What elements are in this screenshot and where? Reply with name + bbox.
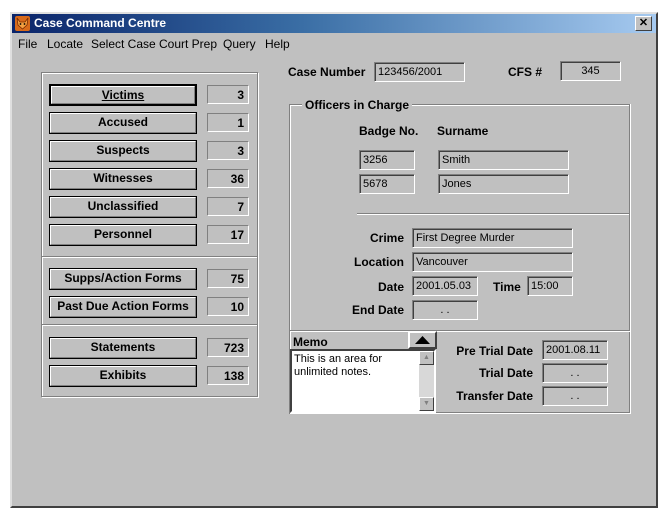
past-due-action-forms-button[interactable]: Past Due Action Forms [49,296,197,318]
menu-court-prep[interactable]: Court Prep [159,37,217,51]
memo-text: This is an area for unlimited notes. [294,353,383,378]
statements-count: 723 [207,338,249,357]
date-label: Date [377,280,404,294]
title-bar[interactable]: Case Command Centre ✕ [12,14,656,33]
window-title: Case Command Centre [34,16,167,30]
counts-divider-1 [42,256,257,258]
case-number-field[interactable]: 123456/2001 [374,62,465,82]
suspects-button[interactable]: Suspects [49,140,197,162]
crime-label: Crime [369,231,404,245]
counts-divider-2 [42,324,257,326]
close-button[interactable]: ✕ [635,16,652,31]
supps-action-forms-count: 75 [207,269,249,288]
transfer-field[interactable]: . . [542,386,608,406]
case-number-label: Case Number [288,65,366,79]
crime-field[interactable]: First Degree Murder [412,228,573,248]
case-command-window: Case Command Centre ✕ File Locate Select… [10,12,658,508]
badge-field-2[interactable]: 5678 [359,174,415,194]
details-top-divider [357,213,631,215]
supps-action-forms-button[interactable]: Supps/Action Forms [49,268,197,290]
time-label: Time [493,280,521,294]
unclassified-count: 7 [207,197,249,216]
witnesses-button[interactable]: Witnesses [49,168,197,190]
menu-file[interactable]: File [18,37,37,51]
accused-count: 1 [207,113,249,132]
pre-trial-field[interactable]: 2001.08.11 [542,340,608,360]
memo-area[interactable]: This is an area for unlimited notes. ▲ ▼ [290,349,436,413]
fox-app-icon [15,16,30,31]
statements-button[interactable]: Statements [49,337,197,359]
victims-button[interactable]: Victims [49,84,197,106]
officers-group-label: Officers in Charge [302,98,413,112]
exhibits-count: 138 [207,366,249,385]
trial-field[interactable]: . . [542,363,608,383]
surname-field-2[interactable]: Jones [438,174,569,194]
memo-top-divider [290,330,630,332]
personnel-button[interactable]: Personnel [49,224,197,246]
menu-locate[interactable]: Locate [47,37,83,51]
surname-header: Surname [437,124,489,138]
scroll-up-icon[interactable]: ▲ [419,351,434,365]
menu-query[interactable]: Query [223,37,256,51]
close-icon: ✕ [638,17,649,29]
victims-count: 3 [207,85,249,104]
scroll-down-icon[interactable]: ▼ [419,397,434,411]
triangle-up-icon [415,336,430,344]
location-field[interactable]: Vancouver [412,252,573,272]
cfs-label: CFS # [508,65,543,79]
badge-header: Badge No. [359,124,419,138]
past-due-action-forms-count: 10 [207,297,249,316]
transfer-label: Transfer Date [456,389,533,403]
badge-field-1[interactable]: 3256 [359,150,415,170]
menu-help[interactable]: Help [265,37,290,51]
accused-button[interactable]: Accused [49,112,197,134]
location-label: Location [354,255,404,269]
unclassified-button[interactable]: Unclassified [49,196,197,218]
surname-field-1[interactable]: Smith [438,150,569,170]
cfs-field[interactable]: 345 [560,61,621,81]
menu-bar: File Locate Select Case Court Prep Query… [12,34,656,54]
witnesses-count: 36 [207,169,249,188]
exhibits-button[interactable]: Exhibits [49,365,197,387]
memo-label: Memo [293,335,328,349]
personnel-count: 17 [207,225,249,244]
end-date-label: End Date [351,303,404,317]
trial-label: Trial Date [478,366,533,380]
end-date-field[interactable]: . . [412,300,478,320]
memo-scrollbar[interactable]: ▲ ▼ [419,351,434,411]
memo-expand-button[interactable] [408,331,437,349]
menu-select-case[interactable]: Select Case [91,37,156,51]
pre-trial-label: Pre Trial Date [456,344,533,358]
right-border [629,104,631,414]
suspects-count: 3 [207,141,249,160]
time-field[interactable]: 15:00 [527,276,573,296]
date-field[interactable]: 2001.05.03 [412,276,478,296]
